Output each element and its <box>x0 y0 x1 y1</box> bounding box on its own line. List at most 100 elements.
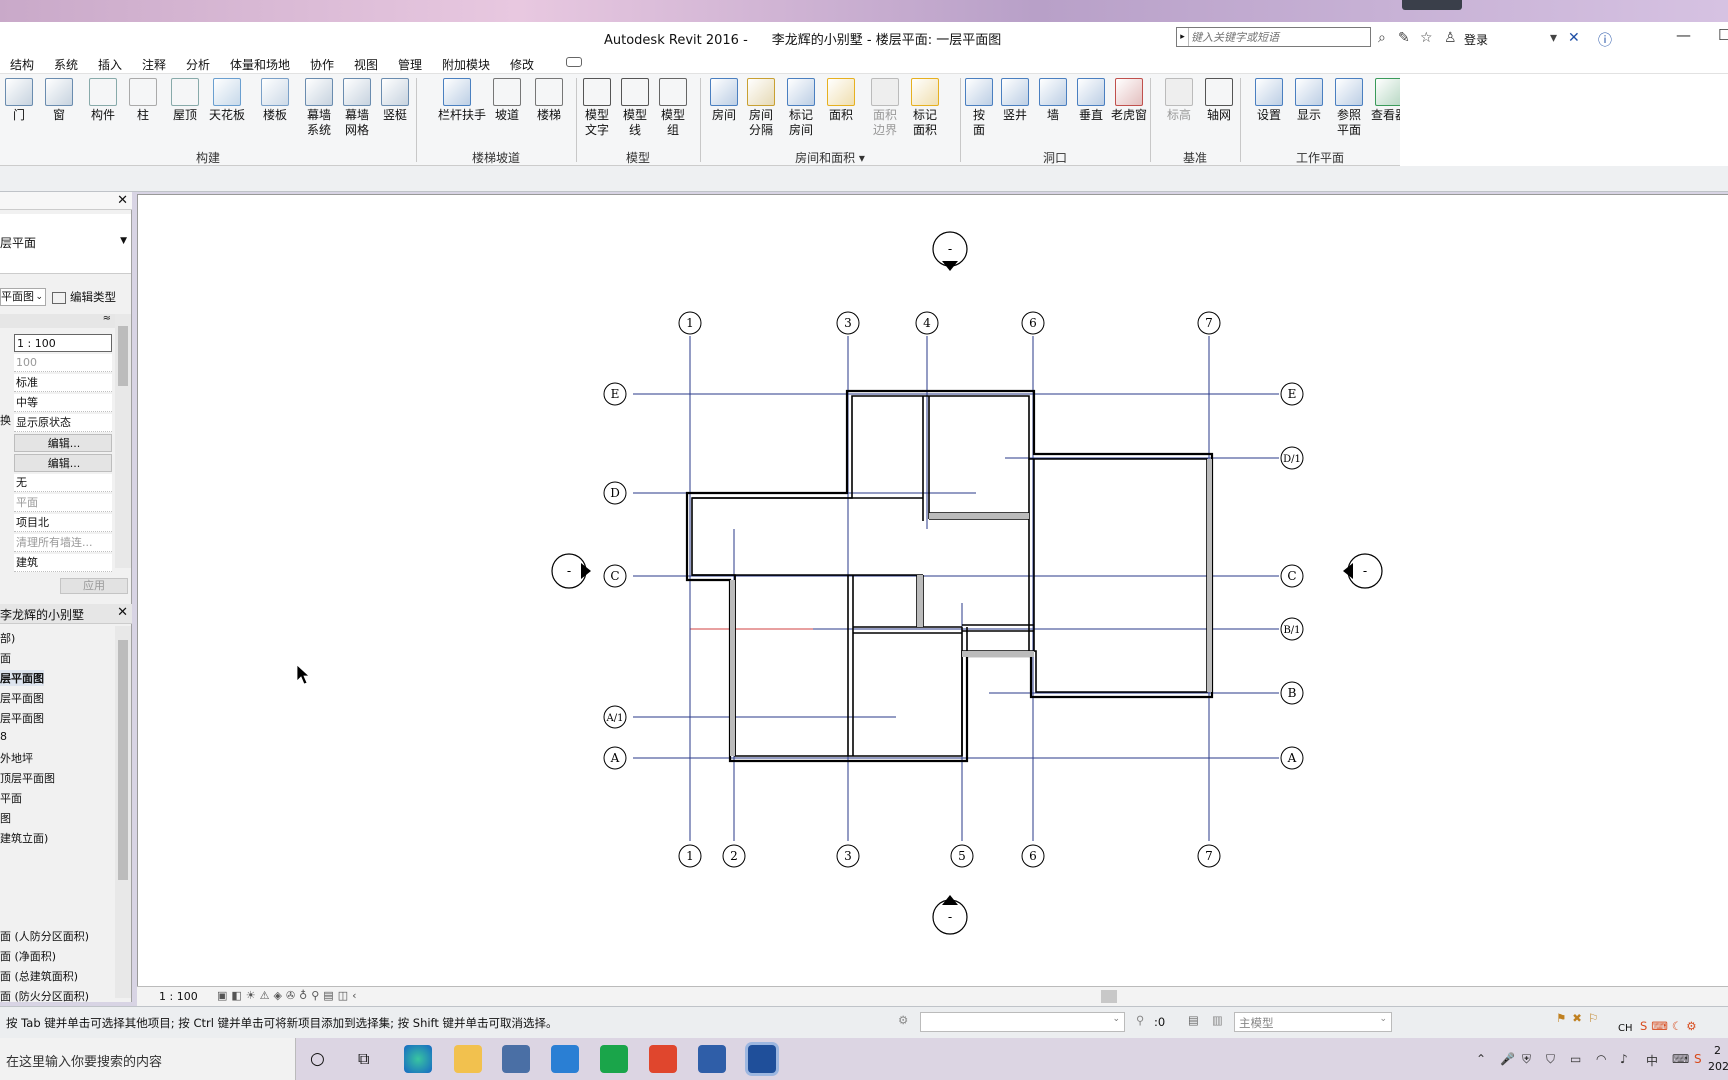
tab-collaborate[interactable]: 协作 <box>310 56 334 73</box>
horizontal-scroll-thumb[interactable] <box>1101 990 1117 1003</box>
stair-button[interactable]: 楼梯 <box>530 78 568 123</box>
ime-indicator[interactable]: CH <box>1618 1023 1633 1034</box>
edit-type-button[interactable]: 编辑类型 <box>52 289 116 305</box>
workset-dropdown[interactable]: ⌄ <box>920 1012 1125 1032</box>
maximize-icon[interactable]: ☐ <box>1718 26 1728 44</box>
show-hidden-icons[interactable]: ⌃ <box>1476 1052 1486 1066</box>
property-row[interactable]: 无 <box>0 474 114 492</box>
property-row[interactable]: 编辑... <box>0 434 114 452</box>
properties-scrollbar[interactable] <box>115 314 131 568</box>
view-control-icons[interactable]: ▣◧☀⚠◈✇♁⚲▤◫‹ <box>217 989 360 1002</box>
properties-group-header[interactable]: ≈ <box>0 313 115 328</box>
close-icon[interactable]: ✕ <box>117 605 128 620</box>
vertical-opening-button[interactable]: 垂直 <box>1072 78 1110 123</box>
ime-tools-icons[interactable]: S⌨☾⚙ <box>1640 1019 1701 1033</box>
floor-button[interactable]: 楼板 <box>256 78 294 123</box>
tag-room-button[interactable]: 标记 房间 <box>782 78 820 138</box>
chevron-down-icon[interactable]: ▼ <box>120 236 127 246</box>
railing-button[interactable]: 栏杆扶手 <box>438 78 486 123</box>
close-icon[interactable]: ✕ <box>117 193 128 208</box>
selection-filter-icons[interactable]: ⚑✖⚐ <box>1556 1011 1604 1025</box>
search-expand-icon[interactable]: ▸ <box>1177 28 1189 46</box>
property-row[interactable]: 编辑... <box>0 454 114 472</box>
cad-app-icon[interactable] <box>698 1045 726 1073</box>
camtasia-recorder-icon[interactable] <box>649 1045 677 1073</box>
login-button[interactable]: 登录 <box>1464 31 1488 48</box>
roof-button[interactable]: 屋顶 <box>166 78 204 123</box>
property-row[interactable]: 清理所有墙连... <box>0 534 114 552</box>
door-button[interactable]: 门 <box>0 78 38 123</box>
component-button[interactable]: 构件 <box>84 78 122 123</box>
tab-analyze[interactable]: 分析 <box>186 56 210 73</box>
browser-item[interactable]: 部) <box>0 630 15 646</box>
model-group-button[interactable]: 模型 组 <box>654 78 692 138</box>
room-separator-button[interactable]: 房间 分隔 <box>742 78 780 138</box>
grid-button[interactable]: 轴网 <box>1200 78 1238 123</box>
scroll-thumb[interactable] <box>118 640 128 880</box>
view-scale[interactable]: 1 : 100 <box>159 990 198 1003</box>
show-workplane-button[interactable]: 显示 <box>1290 78 1328 123</box>
browser-item[interactable]: 面 <box>0 650 11 666</box>
view-type-dropdown[interactable]: 平面图 ⌄ <box>0 288 46 306</box>
property-row[interactable]: 1 : 100 <box>0 334 114 352</box>
browser-item[interactable]: 建筑立面) <box>0 830 48 846</box>
dormer-button[interactable]: 老虎窗 <box>1110 78 1148 123</box>
minimize-icon[interactable]: — <box>1676 26 1691 44</box>
browser-item[interactable]: 面 (防火分区面积) <box>0 988 89 1004</box>
tab-view[interactable]: 视图 <box>354 56 378 73</box>
property-row[interactable]: 显示原状态 <box>0 414 114 432</box>
curtain-grid-button[interactable]: 幕墙 网格 <box>338 78 376 138</box>
wifi-icon[interactable]: ◠ <box>1596 1052 1606 1066</box>
tab-massing-site[interactable]: 体量和场地 <box>230 56 290 73</box>
apply-button[interactable]: 应用 <box>60 578 128 594</box>
taskbar-search[interactable]: 在这里输入你要搜索的内容 <box>0 1038 296 1080</box>
binoculars-icon[interactable]: ⌕ <box>1378 30 1386 46</box>
set-workplane-button[interactable]: 设置 <box>1250 78 1288 123</box>
type-selector[interactable]: 层平面 ▼ <box>0 214 131 274</box>
camtasia-icon[interactable] <box>600 1045 628 1073</box>
mail-icon[interactable] <box>551 1045 579 1073</box>
design-options-icon-2[interactable]: ▥ <box>1212 1013 1223 1027</box>
ramp-button[interactable]: 坡道 <box>488 78 526 123</box>
user-icon[interactable]: ♙ <box>1444 30 1457 46</box>
column-button[interactable]: 柱 <box>124 78 162 123</box>
cortana-icon[interactable]: ○ <box>310 1049 325 1069</box>
browser-scrollbar[interactable] <box>115 626 131 998</box>
property-value[interactable]: 编辑... <box>14 434 112 452</box>
edit-requests-icon[interactable]: ⚲ <box>1136 1013 1144 1027</box>
tab-systems[interactable]: 系统 <box>54 56 78 73</box>
shaft-button[interactable]: 竖井 <box>996 78 1034 123</box>
browser-item[interactable]: 层平面图 <box>0 690 44 706</box>
tag-area-button[interactable]: 标记 面积 <box>906 78 944 138</box>
help-search[interactable]: ▸ <box>1176 27 1371 47</box>
level-button[interactable]: 标高 <box>1160 78 1198 123</box>
property-row[interactable]: 100 <box>0 354 114 372</box>
design-options-icon[interactable]: ▤ <box>1188 1013 1199 1027</box>
communication-icon[interactable]: ✎ <box>1398 30 1410 46</box>
store-icon[interactable] <box>502 1045 530 1073</box>
tab-modify[interactable]: 修改 <box>510 56 534 73</box>
property-row[interactable]: 建筑 <box>0 554 114 572</box>
task-view-icon[interactable]: ⧉ <box>358 1049 369 1069</box>
edge-icon[interactable] <box>404 1045 432 1073</box>
security-icon[interactable]: ⛨ <box>1522 1052 1531 1067</box>
exchange-apps-icon[interactable]: ✕ <box>1568 30 1580 46</box>
browser-item[interactable]: 面 (总建筑面积) <box>0 968 78 984</box>
network-shield-icon[interactable]: ⛉ <box>1546 1052 1555 1067</box>
tab-insert[interactable]: 插入 <box>98 56 122 73</box>
window-button[interactable]: 窗 <box>40 78 78 123</box>
tab-annotate[interactable]: 注释 <box>142 56 166 73</box>
property-row[interactable]: 标准 <box>0 374 114 392</box>
browser-item[interactable]: 面 (净面积) <box>0 948 56 964</box>
drawing-canvas[interactable]: 1 3 4 6 7 1 2 3 5 6 7 E D C A/1 A E D/1 C B/1 B A - - - - <box>137 194 1728 986</box>
model-text-button[interactable]: 模型 文字 <box>578 78 616 138</box>
browser-item[interactable]: 8 <box>0 730 7 743</box>
browser-item[interactable]: 平面 <box>0 790 22 806</box>
property-row[interactable]: 平面 <box>0 494 114 512</box>
model-line-button[interactable]: 模型 线 <box>616 78 654 138</box>
microphone-icon[interactable]: 🎤 <box>1500 1052 1515 1066</box>
ceiling-button[interactable]: 天花板 <box>208 78 246 123</box>
room-button[interactable]: 房间 <box>705 78 743 123</box>
browser-item[interactable]: 面 (人防分区面积) <box>0 928 89 944</box>
tab-structure[interactable]: 结构 <box>10 56 34 73</box>
